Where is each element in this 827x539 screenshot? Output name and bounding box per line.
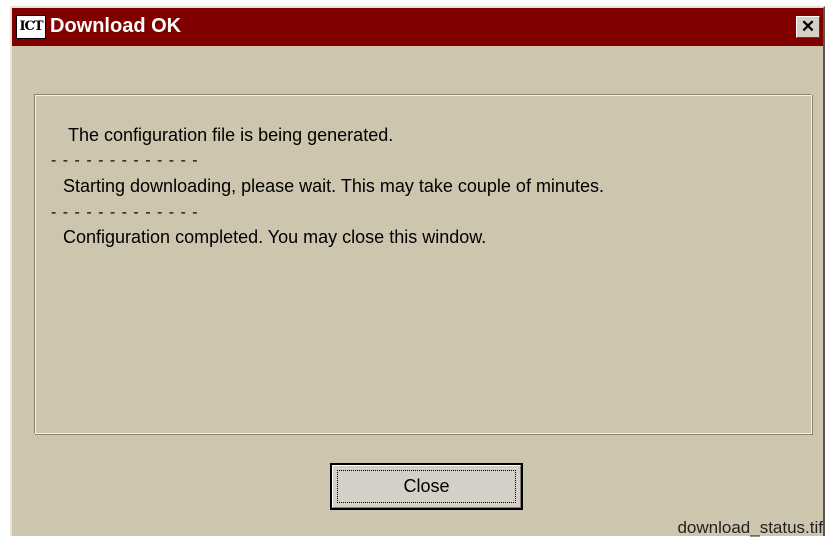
status-line-generating: The configuration file is being generate… — [68, 125, 394, 145]
status-panel: The configuration file is being generate… — [34, 94, 812, 434]
title-bar[interactable]: ICT Download OK ✕ — [12, 8, 823, 46]
status-line-completed: Configuration completed. You may close t… — [63, 227, 487, 247]
dialog-window: ICT Download OK ✕ The configuration file… — [10, 6, 825, 537]
app-icon: ICT — [16, 15, 46, 39]
close-icon[interactable]: ✕ — [796, 16, 820, 38]
separator: - - - - - - - - - - - - - — [51, 152, 199, 169]
close-button[interactable]: Close — [330, 463, 523, 510]
window-title: Download OK — [50, 15, 182, 37]
close-button-label: Close — [337, 470, 516, 503]
status-line-downloading: Starting downloading, please wait. This … — [63, 176, 604, 196]
separator: - - - - - - - - - - - - - — [51, 204, 199, 221]
file-caption: download_status.tif — [677, 518, 823, 537]
